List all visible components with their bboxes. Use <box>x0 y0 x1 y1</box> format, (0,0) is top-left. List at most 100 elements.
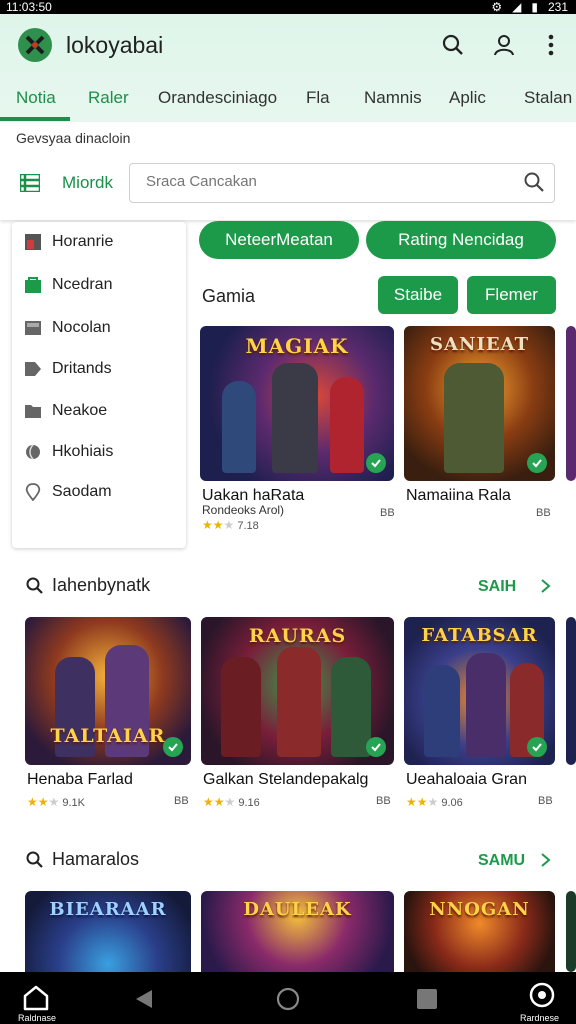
sidebar-item-label: Horanrie <box>52 233 114 250</box>
hero-figure <box>331 657 371 757</box>
game-title[interactable]: Ueahaloaia Gran <box>406 771 527 789</box>
hero-figure <box>272 363 318 473</box>
rating-value: 7.18 <box>237 520 259 532</box>
sidebar-item-ncedran[interactable]: Ncedran <box>24 273 112 297</box>
installed-check-icon <box>527 737 547 757</box>
game-card-image-partial[interactable] <box>566 891 576 972</box>
game-card-image[interactable]: MAGIAK <box>200 326 394 481</box>
hero-figure <box>277 647 321 757</box>
game-banner-text: BIEARAAR <box>49 899 167 920</box>
tag-icon <box>25 362 41 376</box>
location-pin-icon <box>25 483 41 501</box>
game-title[interactable]: Henaba Farlad <box>27 771 133 789</box>
home-icon[interactable] <box>276 987 300 1011</box>
game-card-image-partial[interactable] <box>566 617 576 765</box>
tab-orandesciniago[interactable]: Orandesciniago <box>158 86 277 122</box>
flemer-button[interactable]: Flemer <box>467 276 556 314</box>
game-banner-text: MAGIAK <box>245 334 349 358</box>
rating-value: 9.16 <box>238 797 260 809</box>
search-icon[interactable] <box>524 172 544 197</box>
search-box[interactable] <box>129 163 555 203</box>
status-time: 11:03:50 <box>6 0 52 14</box>
recents-icon[interactable] <box>416 988 438 1010</box>
installed-check-icon <box>366 453 386 473</box>
search-icon <box>26 851 43 868</box>
see-all-link[interactable]: SAMU <box>478 852 525 870</box>
account-icon[interactable] <box>491 32 517 58</box>
game-banner-text: SANIEAT <box>430 334 529 355</box>
search-icon <box>26 577 43 594</box>
tab-aplic[interactable]: Aplic <box>449 86 486 122</box>
game-title[interactable]: Galkan Stelandepakalg <box>203 771 368 789</box>
sidebar-item-dritands[interactable]: Dritands <box>24 357 112 381</box>
search-icon[interactable] <box>440 32 466 58</box>
staibe-button[interactable]: Staibe <box>378 276 458 314</box>
game-meta: BB <box>536 507 551 519</box>
sidebar-item-neakoe[interactable]: Neakoe <box>24 399 107 423</box>
game-meta: BB <box>538 795 553 807</box>
game-card-image[interactable]: RAURAS <box>201 617 394 765</box>
hero-figure <box>424 665 460 757</box>
game-card-image[interactable]: SANIEAT <box>404 326 555 481</box>
status-bar: 11:03:50 ⚙ ◢ ▮ 231 <box>0 0 576 14</box>
section-subtitle: Gevsyaa dinacloin <box>16 130 131 146</box>
see-all-link[interactable]: SAIH <box>478 578 516 596</box>
sidebar-item-horanrie[interactable]: Horanrie <box>24 230 113 254</box>
tab-namnis[interactable]: Namnis <box>364 86 422 122</box>
battery-level: 231 <box>547 0 568 14</box>
star-empty-icon: ★ <box>224 795 236 809</box>
game-card-image[interactable]: FATABSAR <box>404 617 555 765</box>
game-banner-text: RAURAS <box>248 625 347 647</box>
filter-bar: Gevsyaa dinacloin Miordk <box>0 122 576 220</box>
status-icons: ⚙ ◢ ▮ 231 <box>491 0 568 14</box>
view-mode-label[interactable]: Miordk <box>62 173 113 193</box>
sidebar-item-nocolan[interactable]: Nocolan <box>24 316 111 340</box>
sidebar-item-saodam[interactable]: Saodam <box>24 480 112 504</box>
discover-tab-label: Rardnese <box>520 1013 560 1023</box>
game-card-image-partial[interactable] <box>566 326 576 481</box>
app-title: lokoyabai <box>66 32 164 58</box>
home-tab-icon[interactable] <box>22 984 50 1012</box>
tab-raler[interactable]: Raler <box>88 86 129 122</box>
game-card-image[interactable]: DAULEAK <box>201 891 394 972</box>
featured-section-title: Gamia <box>202 286 256 306</box>
game-subtitle: Rondeoks Arol) <box>202 503 285 517</box>
sidebar-item-label: Neakoe <box>52 402 108 419</box>
system-nav-bar: Raldnase Rardnese <box>0 972 576 1024</box>
more-options-icon[interactable] <box>538 32 564 58</box>
search-input[interactable] <box>144 172 508 191</box>
hero-figure <box>221 657 261 757</box>
star-icon: ★★ <box>202 518 224 532</box>
star-icon: ★★ <box>27 795 49 809</box>
active-tab-indicator <box>0 117 70 121</box>
folder-icon <box>25 321 41 335</box>
rating-value: 9.06 <box>441 797 463 809</box>
hero-figure <box>222 381 256 473</box>
game-title[interactable]: Namaiina Rala <box>406 487 511 505</box>
app-logo-icon[interactable] <box>18 28 52 62</box>
chevron-right-icon[interactable] <box>540 852 552 868</box>
installed-check-icon <box>527 453 547 473</box>
chevron-right-icon[interactable] <box>540 578 552 594</box>
sidebar-item-hkohiais[interactable]: Hkohiais <box>24 440 113 464</box>
tab-fla[interactable]: Fla <box>306 86 330 122</box>
list-view-icon[interactable] <box>18 172 42 197</box>
tab-stalan[interactable]: Stalan <box>524 86 572 122</box>
filter-chip-newest[interactable]: NeteerMeatan <box>199 221 359 259</box>
game-banner-text: DAULEAK <box>243 899 352 920</box>
star-empty-icon: ★ <box>223 518 235 532</box>
star-icon: ★★ <box>203 795 225 809</box>
hero-figure <box>330 377 364 473</box>
hero-figure <box>444 363 504 473</box>
sidebar-item-label: Ncedran <box>52 276 113 293</box>
game-meta: BB <box>376 795 391 807</box>
game-card-image[interactable]: BIEARAAR <box>25 891 191 972</box>
section-title: Iahenbynatk <box>52 575 151 595</box>
back-icon[interactable] <box>134 988 154 1010</box>
filter-chip-rating[interactable]: Rating Nencidag <box>366 221 556 259</box>
game-card-image[interactable]: TALTAIAR <box>25 617 191 765</box>
discover-tab-icon[interactable] <box>527 982 557 1008</box>
game-rating: ★★★ 7.18 <box>202 518 259 532</box>
game-card-image[interactable]: NNOGAN <box>404 891 555 972</box>
top-tabs: Notia Raler Orandesciniago Fla Namnis Ap… <box>0 86 576 122</box>
